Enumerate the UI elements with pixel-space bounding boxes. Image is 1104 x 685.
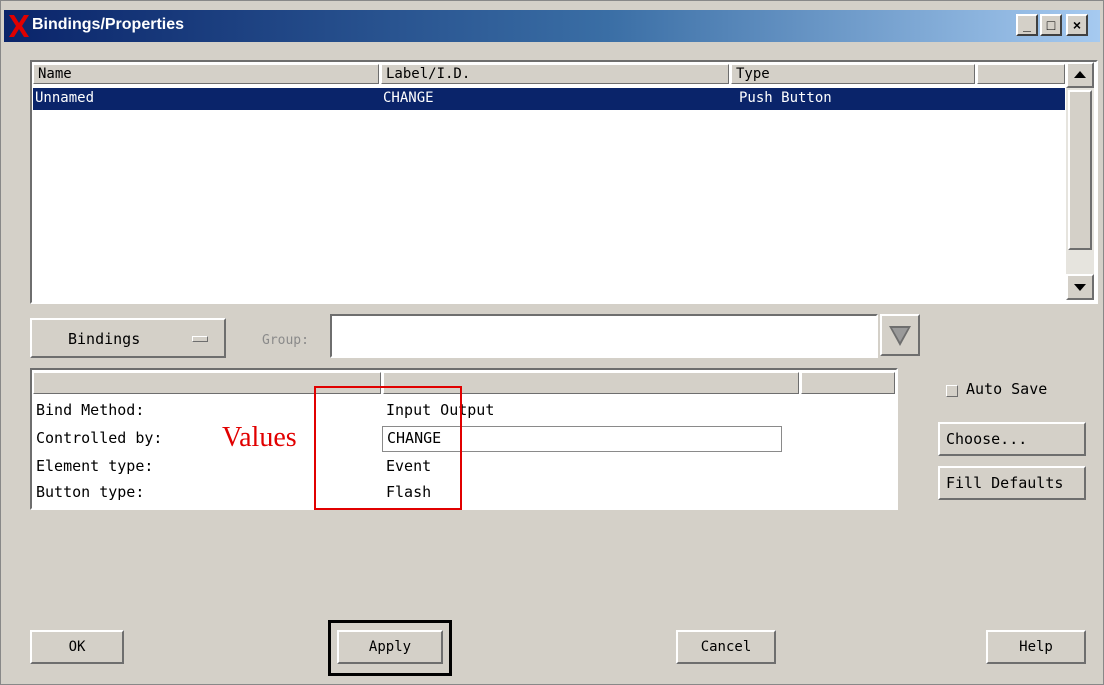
dropdown-arrow-icon: [889, 326, 911, 346]
column-header-label[interactable]: Label/I.D.: [381, 64, 729, 84]
ok-button[interactable]: OK: [30, 630, 124, 664]
bindings-option-label: Bindings: [68, 330, 141, 348]
close-button[interactable]: ×: [1066, 14, 1088, 36]
prop-label-bind-method: Bind Method:: [36, 401, 145, 419]
prop-label-element-type: Element type:: [36, 457, 154, 475]
window-title: Bindings/Properties: [32, 16, 185, 33]
values-annotation-box: [314, 386, 462, 510]
scroll-thumb[interactable]: [1068, 90, 1092, 250]
auto-save-checkbox[interactable]: [946, 385, 958, 397]
row-label: CHANGE: [383, 90, 434, 106]
apply-button[interactable]: Apply: [337, 630, 443, 664]
prop-label-button-type: Button type:: [36, 483, 145, 501]
column-header-type[interactable]: Type: [731, 64, 975, 84]
auto-save-label: Auto Save: [966, 380, 1048, 398]
column-header-extra[interactable]: [977, 64, 1065, 84]
close-icon: ×: [1072, 17, 1082, 33]
minimize-button[interactable]: _: [1016, 14, 1038, 36]
fill-defaults-button[interactable]: Fill Defaults: [938, 466, 1086, 500]
row-name: Unnamed: [35, 90, 95, 106]
maximize-icon: □: [1046, 17, 1056, 33]
x-logo-icon: [9, 15, 29, 37]
arrow-down-icon: [1074, 284, 1086, 291]
minimize-icon: _: [1023, 17, 1031, 33]
props-header-col3[interactable]: [801, 372, 895, 394]
group-label: Group:: [262, 333, 309, 348]
group-dropdown-button[interactable]: [880, 314, 920, 356]
option-menu-indicator-icon: [192, 336, 208, 342]
choose-button[interactable]: Choose...: [938, 422, 1086, 456]
column-header-name[interactable]: Name: [33, 64, 379, 84]
arrow-up-icon: [1074, 71, 1086, 78]
scroll-up-button[interactable]: [1066, 62, 1094, 88]
prop-label-controlled-by: Controlled by:: [36, 429, 163, 447]
scroll-down-button[interactable]: [1066, 274, 1094, 300]
row-type: Push Button: [739, 90, 832, 106]
cancel-button[interactable]: Cancel: [676, 630, 776, 664]
maximize-button[interactable]: □: [1040, 14, 1062, 36]
help-button[interactable]: Help: [986, 630, 1086, 664]
list-row-selected[interactable]: Unnamed CHANGE Push Button: [33, 88, 1065, 110]
values-annotation-label: Values: [222, 422, 297, 453]
group-input[interactable]: [330, 314, 878, 358]
